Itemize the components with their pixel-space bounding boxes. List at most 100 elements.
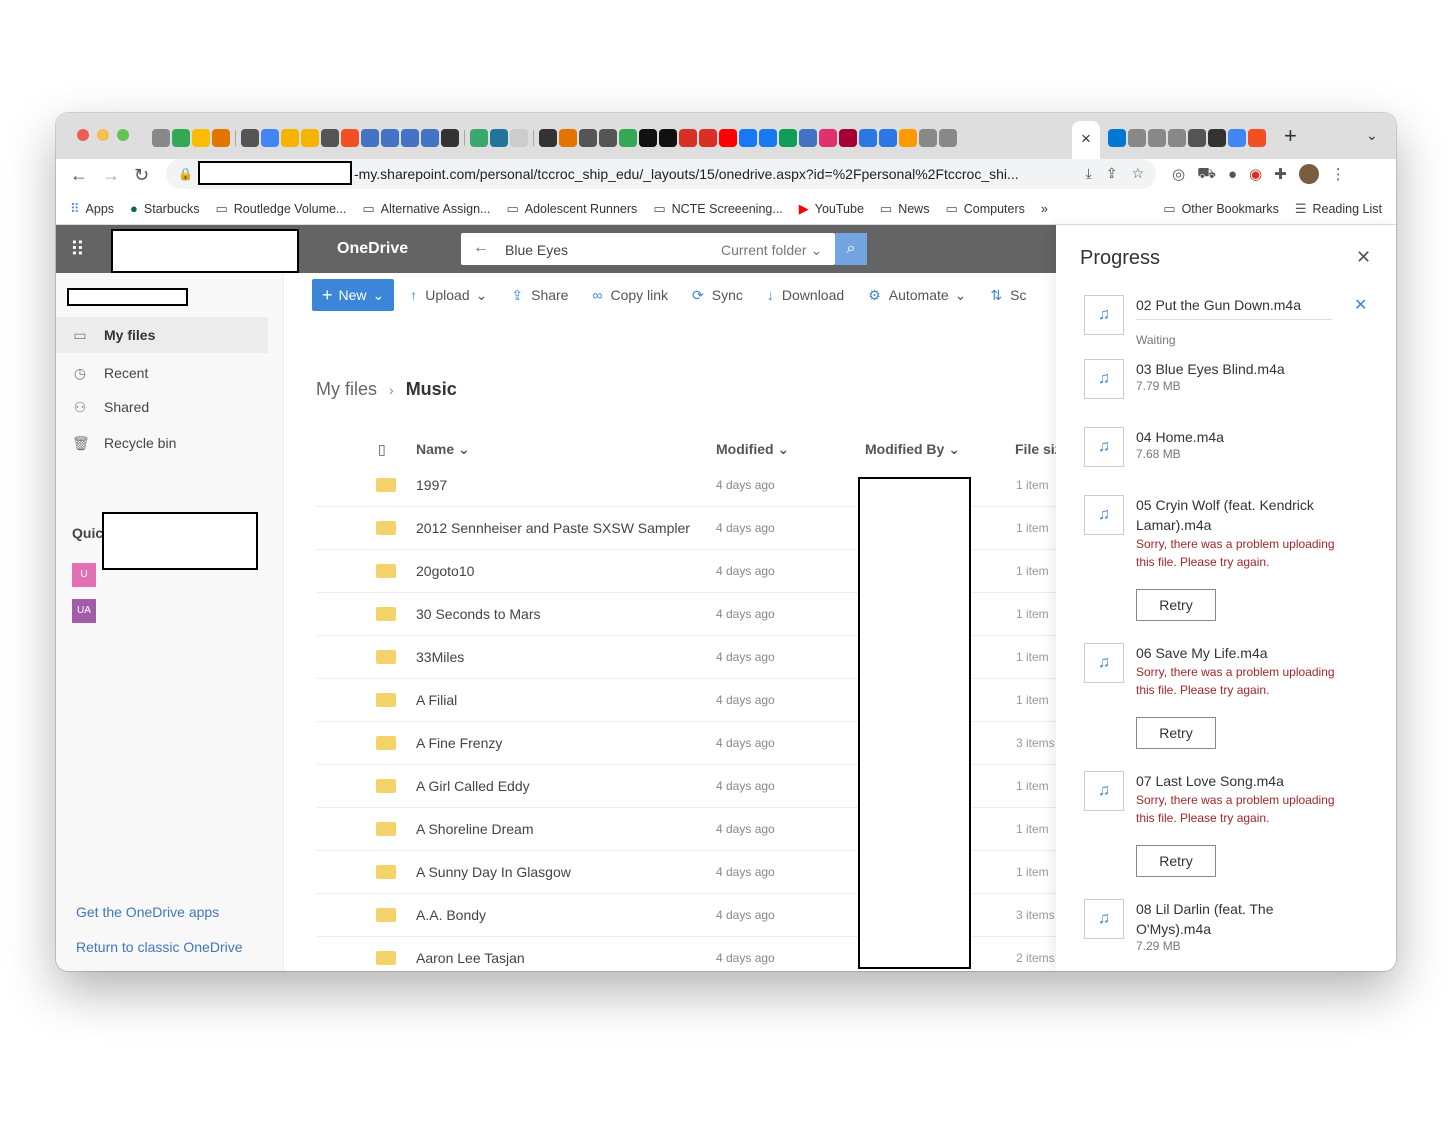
url-text[interactable]: -my.sharepoint.com/personal/tccroc_ship_…: [354, 166, 1054, 182]
row-name[interactable]: 30 Seconds to Mars: [416, 606, 541, 622]
bookmark-folder[interactable]: ▭ Adolescent Runners: [506, 201, 637, 217]
form-icon[interactable]: [401, 129, 419, 147]
site-icon[interactable]: [510, 129, 528, 147]
facebook-icon[interactable]: [759, 129, 777, 147]
install-icon[interactable]: ⤓: [1086, 165, 1092, 182]
address-bar[interactable]: 🔒 -my.sharepoint.com/personal/tccroc_shi…: [166, 159, 1156, 189]
share-button[interactable]: ⇪ Share: [511, 287, 568, 304]
document-icon[interactable]: [381, 129, 399, 147]
apple-icon[interactable]: [1128, 129, 1146, 147]
sidebar-item-my-files[interactable]: ▭ My files: [56, 317, 268, 353]
profile-avatar[interactable]: [1298, 164, 1319, 184]
row-name[interactable]: A Sunny Day In Glasgow: [416, 864, 571, 880]
bookmark-starbucks[interactable]: ● Starbucks: [130, 201, 199, 216]
apple-icon[interactable]: [919, 129, 937, 147]
close-icon[interactable]: ✕: [1356, 247, 1371, 268]
globe-icon[interactable]: [579, 129, 597, 147]
search-scope-dropdown[interactable]: Current folder ⌄: [721, 242, 822, 259]
site-icon[interactable]: [470, 129, 488, 147]
extension-icon[interactable]: ●: [1228, 166, 1237, 183]
bookmarks-overflow-button[interactable]: »: [1041, 202, 1048, 216]
sidebar-item-recent[interactable]: ◷ Recent: [72, 355, 284, 391]
globe-icon[interactable]: [321, 129, 339, 147]
search-icon[interactable]: ⌕: [835, 233, 867, 265]
facebook-icon[interactable]: [739, 129, 757, 147]
bookmark-folder[interactable]: ▭ Computers: [945, 201, 1024, 217]
site-icon[interactable]: [859, 129, 877, 147]
bookmark-youtube[interactable]: ▶ YouTube: [799, 201, 864, 217]
apple-icon[interactable]: [1148, 129, 1166, 147]
puzzle-icon[interactable]: ✚: [1274, 165, 1287, 183]
google-icon[interactable]: [261, 129, 279, 147]
site-icon[interactable]: [659, 129, 677, 147]
row-name[interactable]: 1997: [416, 477, 447, 493]
app-title[interactable]: OneDrive: [337, 240, 408, 258]
site-icon[interactable]: [639, 129, 657, 147]
app-launcher-icon[interactable]: ⠿: [70, 237, 85, 262]
youtube-icon[interactable]: [719, 129, 737, 147]
site-icon[interactable]: [1188, 129, 1206, 147]
sidebar-item-shared[interactable]: ⚇ Shared: [72, 389, 284, 425]
microsoft-icon[interactable]: [341, 129, 359, 147]
breadcrumb-root[interactable]: My files: [316, 379, 377, 400]
column-header-file-size[interactable]: File siz: [1015, 441, 1056, 457]
instagram-icon[interactable]: [819, 129, 837, 147]
bookmark-folder[interactable]: ▭ NCTE Screeening...: [653, 201, 782, 217]
row-name[interactable]: Aaron Lee Tasjan: [416, 950, 525, 966]
music-icon[interactable]: [281, 129, 299, 147]
site-icon[interactable]: [212, 129, 230, 147]
bookmark-apps[interactable]: ⠿ Apps: [70, 201, 114, 217]
quick-access-avatar[interactable]: U: [72, 563, 96, 587]
quick-access-avatar[interactable]: UA: [72, 599, 96, 623]
back-arrow-icon[interactable]: ←: [473, 239, 489, 257]
r-icon[interactable]: [441, 129, 459, 147]
onedrive-icon[interactable]: [1108, 129, 1126, 147]
tab-search-chevron-icon[interactable]: ⌄: [1366, 127, 1378, 144]
sort-button[interactable]: ⇅ Sc: [990, 287, 1026, 304]
forward-arrow-icon[interactable]: →: [102, 165, 120, 186]
apple-icon[interactable]: [1168, 129, 1186, 147]
row-name[interactable]: A.A. Bondy: [416, 907, 486, 923]
active-tab-close[interactable]: ×: [1072, 121, 1100, 159]
close-window-button[interactable]: [77, 129, 89, 141]
reload-icon[interactable]: ↻: [134, 165, 149, 186]
document-icon[interactable]: [421, 129, 439, 147]
share-icon[interactable]: ⇪: [1106, 165, 1118, 182]
bookmark-folder[interactable]: ▭ News: [880, 201, 930, 217]
return-classic-link[interactable]: Return to classic OneDrive: [76, 939, 243, 955]
apple-icon[interactable]: [939, 129, 957, 147]
globe-icon[interactable]: [241, 129, 259, 147]
drive-icon[interactable]: [619, 129, 637, 147]
row-name[interactable]: A Shoreline Dream: [416, 821, 534, 837]
globe-icon[interactable]: [599, 129, 617, 147]
back-arrow-icon[interactable]: ←: [70, 165, 88, 186]
maximize-window-button[interactable]: [117, 129, 129, 141]
site-icon[interactable]: [899, 129, 917, 147]
apple-icon[interactable]: [152, 129, 170, 147]
drive-icon[interactable]: [192, 129, 210, 147]
bookmark-folder[interactable]: ▭ Routledge Volume...: [215, 201, 346, 217]
sheets-icon[interactable]: [779, 129, 797, 147]
star-icon[interactable]: ☆: [1131, 165, 1144, 182]
new-button[interactable]: + New ⌄: [312, 279, 395, 311]
other-bookmarks[interactable]: ▭ Other Bookmarks: [1163, 201, 1279, 217]
drive-icon[interactable]: [172, 129, 190, 147]
retry-button[interactable]: Retry: [1136, 717, 1216, 749]
site-icon[interactable]: [679, 129, 697, 147]
site-icon[interactable]: [879, 129, 897, 147]
cancel-upload-icon[interactable]: ✕: [1354, 295, 1367, 315]
upload-button[interactable]: ↑ Upload ⌄: [410, 287, 487, 304]
lg-icon[interactable]: [839, 129, 857, 147]
bookmark-folder[interactable]: ▭ Alternative Assign...: [362, 201, 490, 217]
sidebar-item-recycle-bin[interactable]: 🗑 Recycle bin: [72, 425, 284, 461]
row-name[interactable]: 33Miles: [416, 649, 464, 665]
row-name[interactable]: A Filial: [416, 692, 457, 708]
row-name[interactable]: A Girl Called Eddy: [416, 778, 530, 794]
sync-button[interactable]: ⟳ Sync: [692, 287, 743, 304]
retry-button[interactable]: Retry: [1136, 589, 1216, 621]
cart-icon[interactable]: ⛟: [1197, 165, 1216, 184]
site-icon[interactable]: [699, 129, 717, 147]
minimize-window-button[interactable]: [97, 129, 109, 141]
row-name[interactable]: 2012 Sennheiser and Paste SXSW Sampler: [416, 520, 690, 536]
new-tab-button[interactable]: +: [1284, 123, 1297, 149]
